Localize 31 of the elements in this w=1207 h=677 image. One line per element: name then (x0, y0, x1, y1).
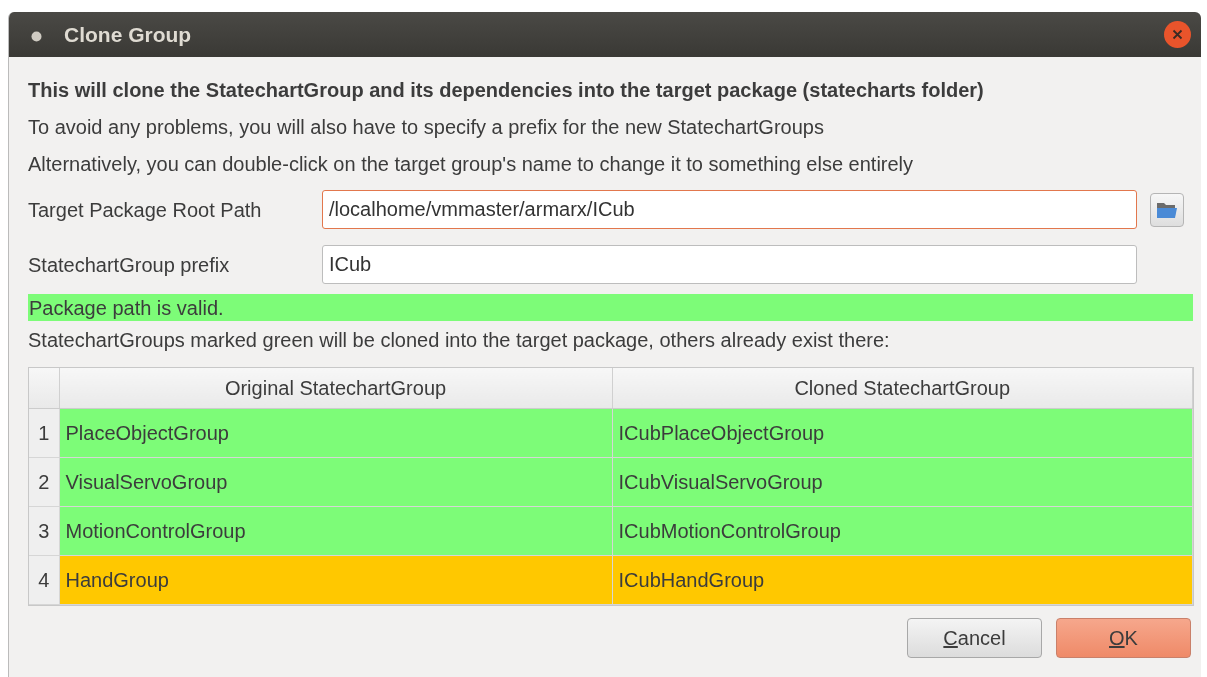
text-field[interactable]: ICub (322, 245, 1137, 284)
row-number: 2 (29, 457, 59, 506)
intro-text: To avoid any problems, you will also have to specify a prefix for the new StatechartGroups (28, 114, 824, 140)
table-cell: HandGroup (59, 555, 613, 604)
table-cell: PlaceObjectGroup (59, 408, 613, 457)
row-number: 4 (29, 555, 59, 604)
table-cell: MotionControlGroup (59, 506, 613, 555)
folder-icon (1156, 200, 1178, 219)
row-number: 3 (29, 506, 59, 555)
row-number: 1 (29, 408, 59, 457)
window-title: Clone Group (64, 21, 192, 48)
table-cell: ICubMotionControlGroup (612, 506, 1193, 555)
text-field[interactable]: /localhome/vmmaster/armarx/ICub (322, 190, 1137, 229)
close-button[interactable] (1164, 21, 1191, 48)
close-icon (1172, 29, 1183, 40)
intro-text: Alternatively, you can double-click on the target group's name to change it to something else entirely (28, 151, 914, 177)
table-cell: VisualServoGroup (59, 457, 613, 506)
table-cell: ICubVisualServoGroup (612, 457, 1193, 506)
cancel-button[interactable]: Cancel (907, 617, 1042, 658)
table-cell: ICubHandGroup (612, 555, 1193, 604)
table-cell: ICubPlaceObjectGroup (612, 408, 1193, 457)
field-label: StatechartGroup prefix (28, 252, 231, 278)
table-caption: StatechartGroups marked green will be cloned into the target package, others already exist there: (28, 327, 890, 353)
intro-heading: This will clone the StatechartGroup and its dependencies into the target package (statecharts folder) (28, 77, 984, 103)
window-menu-icon[interactable] (31, 30, 42, 42)
browse-button[interactable] (1150, 192, 1184, 227)
column-header: Cloned StatechartGroup (612, 368, 1193, 408)
status-bar: Package path is valid. (28, 294, 1193, 321)
column-header: Original StatechartGroup (59, 368, 613, 408)
field-label: Target Package Root Path (28, 197, 263, 223)
ok-button[interactable]: OK (1056, 617, 1191, 658)
